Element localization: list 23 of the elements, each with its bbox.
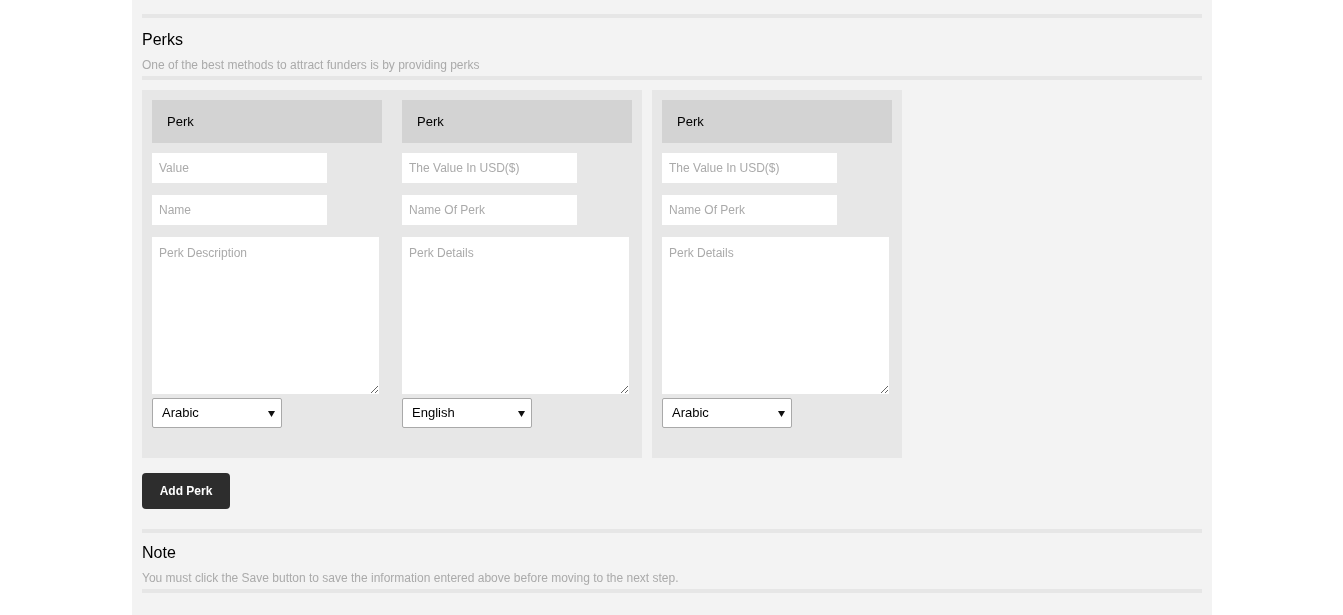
note-text: You must click the Save button to save the information entered above before moving to the next step. [142, 570, 680, 586]
name-field[interactable]: Name Of Perk [662, 195, 837, 225]
value-field[interactable]: Value [152, 153, 327, 183]
caret-icon [778, 409, 785, 417]
language-dropdown[interactable]: Arabic [152, 398, 282, 428]
section-heading: Perks [142, 30, 184, 50]
perk-header: Perk [152, 100, 382, 143]
add-perk-button[interactable]: Add Perk [142, 473, 230, 509]
section-description: One of the best methods to attract funders is by providing perks [142, 57, 481, 73]
perk-header: Perk [402, 100, 632, 143]
caret-icon [518, 409, 525, 417]
perk-header: Perk [662, 100, 892, 143]
language-dropdown[interactable]: Arabic [662, 398, 792, 428]
description-field[interactable]: Perk Details [662, 237, 889, 394]
language-dropdown[interactable]: English [402, 398, 532, 428]
section-heading: Note [142, 543, 177, 563]
value-field[interactable]: The Value In USD($) [402, 153, 577, 183]
caret-icon [268, 409, 275, 417]
name-field[interactable]: Name Of Perk [402, 195, 577, 225]
description-field[interactable]: Perk Details [402, 237, 629, 394]
value-field[interactable]: The Value In USD($) [662, 153, 837, 183]
name-field[interactable]: Name [152, 195, 327, 225]
description-field[interactable]: Perk Description [152, 237, 379, 394]
